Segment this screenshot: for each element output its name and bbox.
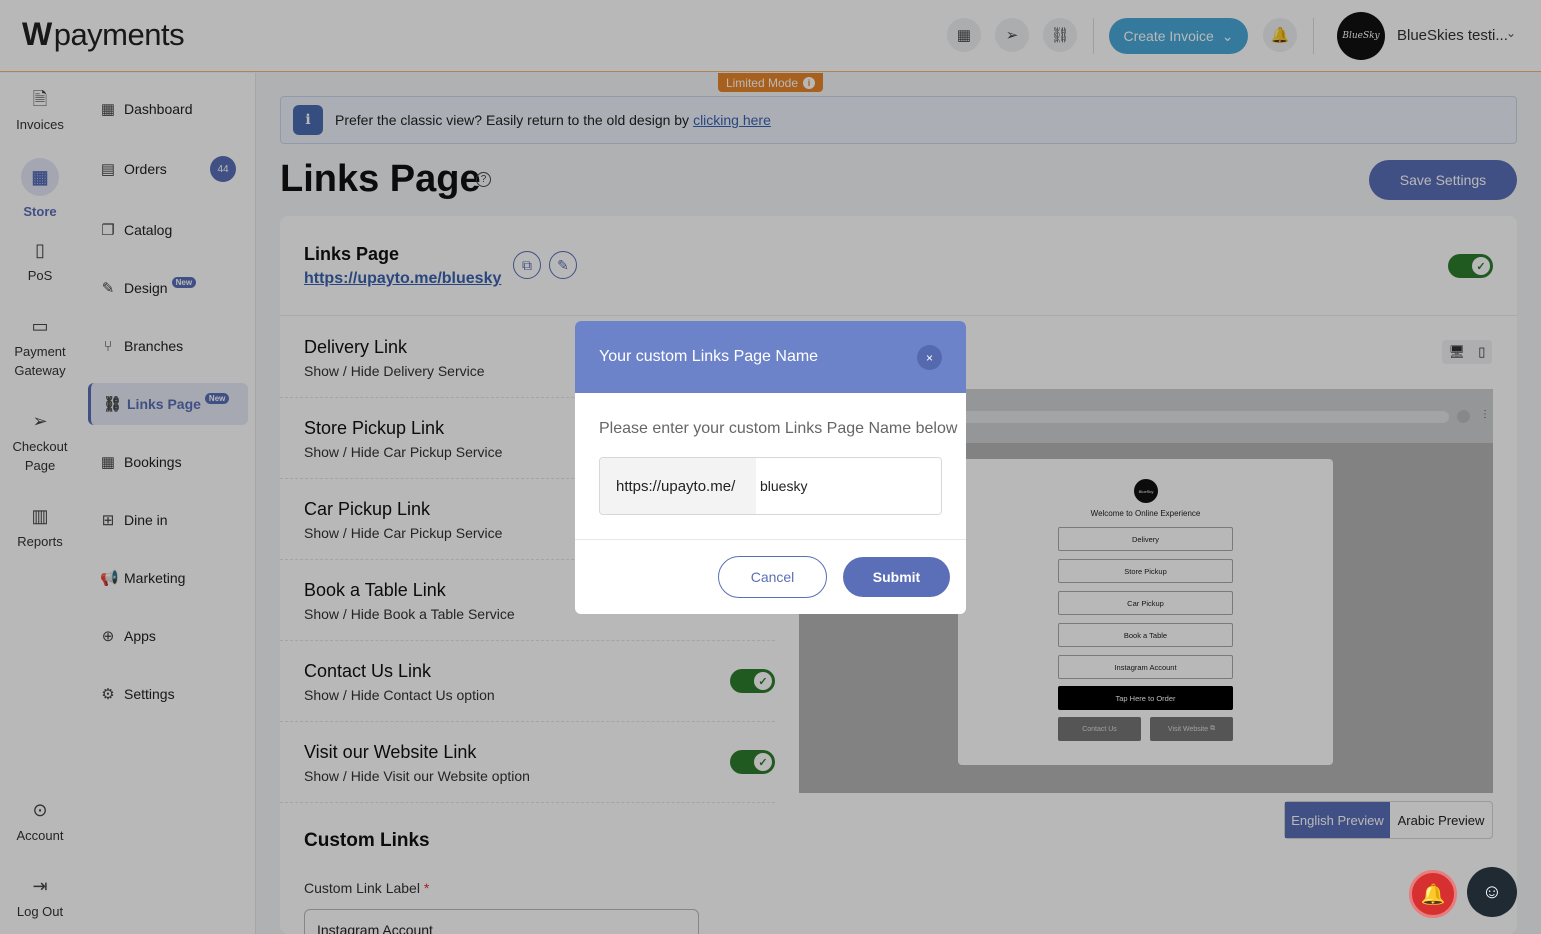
cancel-button[interactable]: Cancel	[718, 556, 827, 598]
notification-bell-icon[interactable]: 🔔	[1409, 870, 1457, 918]
custom-name-modal: Your custom Links Page Name × Please ent…	[575, 321, 966, 614]
chatbot-icon[interactable]: ☺	[1467, 867, 1517, 917]
modal-description: Please enter your custom Links Page Name…	[599, 420, 958, 437]
custom-name-input[interactable]	[756, 458, 941, 514]
modal-divider	[575, 539, 966, 540]
submit-button[interactable]: Submit	[843, 557, 950, 597]
close-icon[interactable]: ×	[917, 345, 942, 370]
url-prefix: https://upayto.me/	[600, 458, 756, 514]
modal-title: Your custom Links Page Name	[599, 348, 819, 365]
modal-header: Your custom Links Page Name ×	[575, 321, 966, 393]
custom-url-group: https://upayto.me/	[599, 457, 942, 515]
